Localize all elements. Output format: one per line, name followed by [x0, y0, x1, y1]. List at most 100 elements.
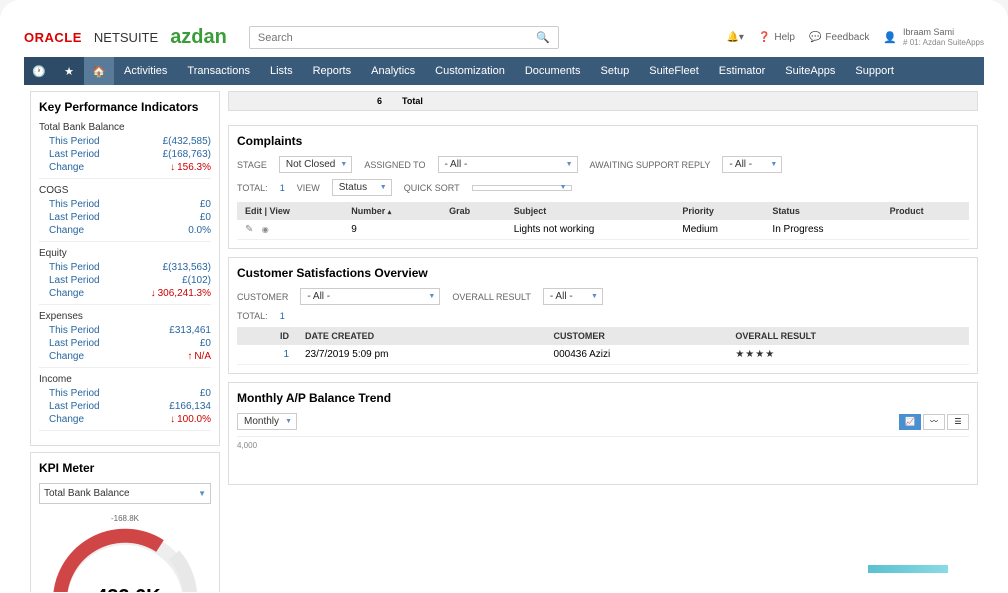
y-tick: 4,000	[237, 441, 257, 450]
assigned-select[interactable]: - All -	[438, 156, 578, 173]
kpi-row-value: £(313,563)	[163, 262, 211, 273]
top-bar: ORACLE NETSUITE azdan 🔍 🔔▾ ❓ Help 💬 Feed…	[24, 18, 984, 57]
arrow-down-icon	[170, 162, 175, 173]
stage-select[interactable]: Not Closed	[279, 156, 352, 173]
kpi-row-label: Last Period	[49, 275, 100, 286]
col-customer[interactable]: CUSTOMER	[546, 327, 728, 345]
nav-customization[interactable]: Customization	[425, 57, 515, 85]
help-link[interactable]: ❓ Help	[758, 32, 795, 43]
edit-icon[interactable]	[245, 224, 253, 235]
nav-home-icon[interactable]: 🏠	[84, 57, 114, 85]
kpi-row-label: Change	[49, 288, 84, 299]
search-icon[interactable]: 🔍	[536, 31, 550, 44]
quicksort-select[interactable]	[472, 185, 572, 191]
kpi-row: Change N/A	[39, 350, 211, 363]
result-label: OVERALL RESULT	[452, 292, 531, 302]
col-priority[interactable]: Priority	[674, 202, 764, 220]
search-input[interactable]	[258, 32, 536, 44]
col-date[interactable]: DATE CREATED	[297, 327, 546, 345]
chart-type-toggle: 📈 〰 ☰	[899, 414, 969, 430]
table-row[interactable]: 9 Lights not working Medium In Progress	[237, 220, 969, 240]
nav-recent-icon[interactable]: 🕐	[24, 57, 54, 85]
cell-priority: Medium	[674, 220, 764, 240]
nav-transactions[interactable]: Transactions	[177, 57, 260, 85]
kpi-row-value: N/A	[187, 351, 211, 362]
nav-support[interactable]: Support	[845, 57, 904, 85]
result-select[interactable]: - All -	[543, 288, 603, 305]
kpi-row: This Period£313,461	[39, 324, 211, 337]
nav-suitefleet[interactable]: SuiteFleet	[639, 57, 709, 85]
chart-line-icon[interactable]: 〰	[923, 414, 945, 430]
table-row[interactable]: 1 23/7/2019 5:09 pm 000436 Azizi ★★★★	[237, 345, 969, 365]
col-product[interactable]: Product	[882, 202, 969, 220]
gauge: -168.8K -432.6K TOTAL BANK BALANCE 0 -50…	[40, 514, 210, 592]
satisfaction-title: Customer Satisfactions Overview	[237, 266, 969, 280]
kpi-group: Total Bank BalanceThis Period£(432,585)L…	[39, 122, 211, 179]
kpi-row-value: £313,461	[169, 325, 211, 336]
view-icon[interactable]	[262, 224, 269, 235]
nav-estimator[interactable]: Estimator	[709, 57, 775, 85]
nav-lists[interactable]: Lists	[260, 57, 303, 85]
nav-reports[interactable]: Reports	[303, 57, 362, 85]
nav-setup[interactable]: Setup	[591, 57, 640, 85]
netsuite-logo: NETSUITE	[94, 30, 158, 45]
total-value: 1	[280, 183, 285, 193]
kpi-row-label: Change	[49, 351, 84, 362]
kpi-row-label: This Period	[49, 136, 100, 147]
arrow-up-icon	[187, 351, 192, 362]
kpi-row-label: This Period	[49, 199, 100, 210]
col-status[interactable]: Status	[764, 202, 881, 220]
period-select[interactable]: Monthly	[237, 413, 297, 430]
summary-bar: 6 Total	[228, 91, 978, 111]
nav-suiteapps[interactable]: SuiteApps	[775, 57, 845, 85]
kpi-row: This Period£0	[39, 198, 211, 211]
kpi-row: Last Period£166,134	[39, 400, 211, 413]
col-editview[interactable]: Edit | View	[237, 202, 343, 220]
kpi-row: This Period£(313,563)	[39, 261, 211, 274]
customer-select[interactable]: - All -	[300, 288, 440, 305]
search-box[interactable]: 🔍	[249, 26, 559, 49]
col-subject[interactable]: Subject	[506, 202, 675, 220]
kpi-group-name: Income	[39, 374, 211, 385]
kpi-row-label: Change	[49, 162, 84, 173]
nav-activities[interactable]: Activities	[114, 57, 177, 85]
col-grab[interactable]: Grab	[441, 202, 506, 220]
view-label: VIEW	[297, 183, 320, 193]
chart-list-icon[interactable]: ☰	[947, 414, 969, 430]
meter-select[interactable]: Total Bank Balance▼	[39, 483, 211, 504]
col-number[interactable]: Number ▴	[343, 202, 441, 220]
kpi-card: Key Performance Indicators Total Bank Ba…	[30, 91, 220, 446]
kpi-row: Last Period£0	[39, 211, 211, 224]
kpi-row-value: £(168,763)	[163, 149, 211, 160]
kpi-row-value: 156.3%	[170, 162, 211, 173]
user-menu[interactable]: 👤 Ibraam Sami # 01: Azdan SuiteApps	[883, 27, 984, 47]
feedback-link[interactable]: 💬 Feedback	[809, 32, 869, 43]
kpi-row: Change 156.3%	[39, 161, 211, 174]
cell-id[interactable]: 1	[237, 345, 297, 365]
kpi-group: COGSThis Period£0Last Period£0Change0.0%	[39, 185, 211, 242]
gauge-svg	[40, 523, 210, 592]
chart-area-icon[interactable]: 📈	[899, 414, 921, 430]
oracle-logo: ORACLE	[24, 30, 82, 45]
kpi-row-value: £(102)	[182, 275, 211, 286]
nav-analytics[interactable]: Analytics	[361, 57, 425, 85]
kpi-row-label: Last Period	[49, 212, 100, 223]
cell-customer: 000436 Azizi	[546, 345, 728, 365]
complaints-table: Edit | View Number ▴ Grab Subject Priori…	[237, 202, 969, 240]
col-id[interactable]: ID	[237, 327, 297, 345]
awaiting-select[interactable]: - All -	[722, 156, 782, 173]
cell-result: ★★★★	[727, 345, 969, 365]
nav-documents[interactable]: Documents	[515, 57, 591, 85]
view-select[interactable]: Status	[332, 179, 392, 196]
alerts-icon[interactable]: 🔔▾	[726, 32, 743, 43]
quicksort-label: QUICK SORT	[404, 183, 460, 193]
azdan-logo: azdan	[170, 26, 227, 49]
kpi-group: EquityThis Period£(313,563)Last Period£(…	[39, 248, 211, 305]
trend-card: Monthly A/P Balance Trend Monthly 📈 〰 ☰ …	[228, 382, 978, 485]
kpi-row: Last Period£(168,763)	[39, 148, 211, 161]
nav-star-icon[interactable]: ★	[54, 57, 84, 85]
col-result[interactable]: OVERALL RESULT	[727, 327, 969, 345]
satisfaction-card: Customer Satisfactions Overview CUSTOMER…	[228, 257, 978, 374]
avatar-icon: 👤	[883, 31, 897, 44]
total-label: TOTAL:	[237, 183, 268, 193]
